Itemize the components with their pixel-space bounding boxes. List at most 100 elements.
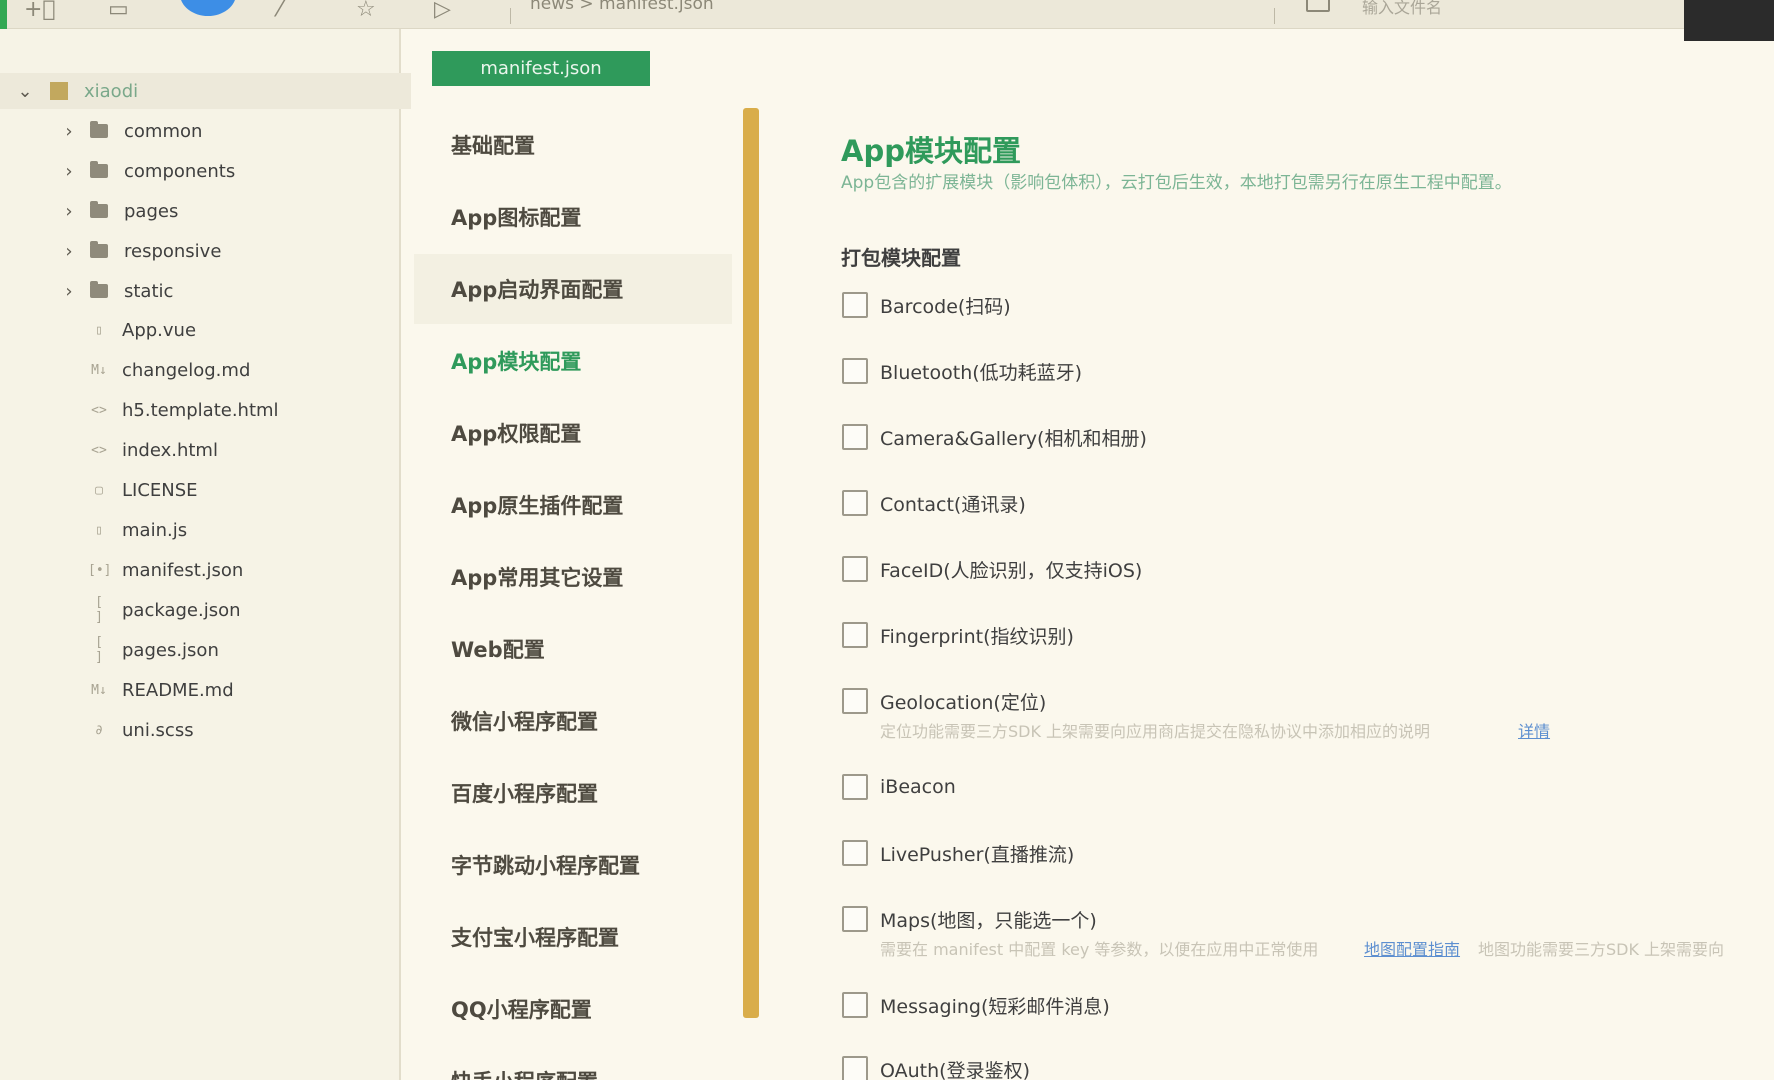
page-description: App包含的扩展模块（影响包体积），云打包后生效，本地打包需另行在原生工程中配置… — [841, 173, 1512, 193]
nav-app-permission-config[interactable]: App权限配置 — [414, 398, 732, 468]
checkbox[interactable] — [842, 906, 868, 932]
file-name: pages.json — [122, 639, 219, 661]
breadcrumb[interactable]: news > manifest.json — [530, 0, 714, 14]
tree-folder[interactable]: › responsive — [58, 233, 221, 269]
module-checkbox-maps[interactable]: Maps(地图，只能选一个) — [842, 903, 1097, 935]
json-icon: [•] — [88, 562, 112, 578]
run-icon[interactable]: ▷ — [434, 0, 451, 24]
search-icon[interactable] — [1306, 0, 1330, 12]
module-label: Contact(通讯录) — [880, 493, 1026, 516]
project-root[interactable]: ⌄ xiaodi — [0, 73, 411, 109]
tree-file[interactable]: [ ] package.json — [88, 592, 241, 628]
search-input[interactable]: 输入文件名 — [1362, 0, 1442, 18]
tree-file[interactable]: [•] manifest.json — [88, 552, 243, 588]
checkbox[interactable] — [842, 358, 868, 384]
toolbar-divider — [1274, 8, 1275, 24]
section-title: 打包模块配置 — [841, 246, 961, 270]
nav-wechat-mp-config[interactable]: 微信小程序配置 — [414, 686, 732, 756]
js-file-icon: ▯ — [95, 522, 103, 538]
tree-file[interactable]: M↓ changelog.md — [88, 352, 250, 388]
folder-icon — [90, 161, 108, 178]
star-icon[interactable]: ☆ — [356, 0, 376, 24]
module-checkbox-faceid[interactable]: FaceID(人脸识别，仅支持iOS) — [842, 553, 1142, 585]
tree-file[interactable]: ▯ main.js — [88, 512, 187, 548]
tree-file[interactable]: ▢ LICENSE — [88, 472, 197, 508]
new-file-icon[interactable]: +⃞ — [24, 0, 56, 24]
nav-bytedance-mp-config[interactable]: 字节跳动小程序配置 — [414, 830, 732, 900]
maps-config-guide-link[interactable]: 地图配置指南 — [1364, 936, 1460, 960]
nav-app-other-settings[interactable]: App常用其它设置 — [414, 542, 732, 612]
file-name: changelog.md — [122, 359, 251, 381]
file-name: App.vue — [122, 319, 197, 341]
checkbox[interactable] — [842, 556, 868, 582]
file-name: manifest.json — [122, 559, 244, 581]
module-label: Geolocation(定位) — [880, 691, 1047, 714]
tree-folder[interactable]: › static — [58, 273, 173, 309]
checkbox[interactable] — [842, 1056, 868, 1080]
window-icon[interactable]: ▭ — [108, 0, 129, 24]
avatar[interactable] — [180, 0, 236, 16]
module-checkbox-camera-gallery[interactable]: Camera&Gallery(相机和相册) — [842, 421, 1147, 453]
markdown-icon: M↓ — [91, 362, 107, 378]
nav-kuaishou-mp-config[interactable]: 快手小程序配置 — [414, 1046, 732, 1080]
nav-alipay-mp-config[interactable]: 支付宝小程序配置 — [414, 902, 732, 972]
file-name: index.html — [122, 439, 218, 461]
module-label: Maps(地图，只能选一个) — [880, 909, 1097, 932]
app-window: +⃞ ▭ ⁄ ☆ ▷ news > manifest.json 输入文件名 正 … — [0, 0, 1774, 1080]
json-icon: [ ] — [95, 635, 103, 665]
nav-app-native-plugin-config[interactable]: App原生插件配置 — [414, 470, 732, 540]
tree-file[interactable]: [ ] pages.json — [88, 632, 219, 668]
module-label: Barcode(扫码) — [880, 295, 1011, 318]
scss-icon: ∂ — [95, 722, 103, 738]
folder-name: responsive — [124, 240, 222, 262]
nav-qq-mp-config[interactable]: QQ小程序配置 — [414, 974, 732, 1044]
project-name: xiaodi — [84, 80, 139, 102]
tree-file[interactable]: <> index.html — [88, 432, 218, 468]
checkbox[interactable] — [842, 292, 868, 318]
module-checkbox-ibeacon[interactable]: iBeacon — [842, 771, 956, 803]
nav-basic-config[interactable]: 基础配置 — [414, 110, 732, 180]
checkbox[interactable] — [842, 774, 868, 800]
tree-file[interactable]: ∂ uni.scss — [88, 712, 194, 748]
folder-icon — [90, 241, 108, 258]
module-checkbox-barcode[interactable]: Barcode(扫码) — [842, 289, 1011, 321]
module-checkbox-fingerprint[interactable]: Fingerprint(指纹识别) — [842, 619, 1074, 651]
edit-icon[interactable]: ⁄ — [278, 0, 282, 24]
checkbox[interactable] — [842, 424, 868, 450]
tab-manifest-json[interactable]: manifest.json — [432, 51, 650, 86]
html-icon: <> — [91, 442, 107, 458]
module-checkbox-livepusher[interactable]: LivePusher(直播推流) — [842, 837, 1074, 869]
nav-app-module-config[interactable]: App模块配置 — [414, 326, 732, 396]
module-checkbox-bluetooth[interactable]: Bluetooth(低功耗蓝牙) — [842, 355, 1082, 387]
file-icon: ▯ — [95, 322, 103, 338]
module-checkbox-messaging[interactable]: Messaging(短彩邮件消息) — [842, 989, 1110, 1021]
checkbox[interactable] — [842, 992, 868, 1018]
tree-file[interactable]: <> h5.template.html — [88, 392, 278, 428]
markdown-icon: M↓ — [91, 682, 107, 698]
module-checkbox-contact[interactable]: Contact(通讯录) — [842, 487, 1026, 519]
checkbox[interactable] — [842, 490, 868, 516]
tree-file[interactable]: M↓ README.md — [88, 672, 233, 708]
chevron-right-icon: › — [65, 280, 73, 302]
module-checkbox-geolocation[interactable]: Geolocation(定位) — [842, 685, 1046, 717]
geolocation-details-link[interactable]: 详情 — [1518, 718, 1550, 742]
folder-name: static — [124, 280, 174, 302]
nav-app-icon-config[interactable]: App图标配置 — [414, 182, 732, 252]
nav-app-splash-config[interactable]: App启动界面配置 — [414, 254, 732, 324]
chevron-right-icon: › — [65, 160, 73, 182]
nav-scrollbar[interactable] — [743, 108, 759, 1018]
nav-web-config[interactable]: Web配置 — [414, 614, 732, 684]
file-name: package.json — [122, 599, 241, 621]
json-icon: [ ] — [95, 595, 103, 625]
checkbox[interactable] — [842, 840, 868, 866]
nav-baidu-mp-config[interactable]: 百度小程序配置 — [414, 758, 732, 828]
tree-file[interactable]: ▯ App.vue — [88, 312, 196, 348]
tree-folder[interactable]: › common — [58, 113, 202, 149]
checkbox[interactable] — [842, 688, 868, 714]
tree-folder[interactable]: › pages — [58, 193, 178, 229]
checkbox[interactable] — [842, 622, 868, 648]
folder-name: pages — [124, 200, 179, 222]
chevron-right-icon: › — [65, 240, 73, 262]
module-checkbox-oauth[interactable]: OAuth(登录鉴权) — [842, 1053, 1030, 1080]
tree-folder[interactable]: › components — [58, 153, 235, 189]
